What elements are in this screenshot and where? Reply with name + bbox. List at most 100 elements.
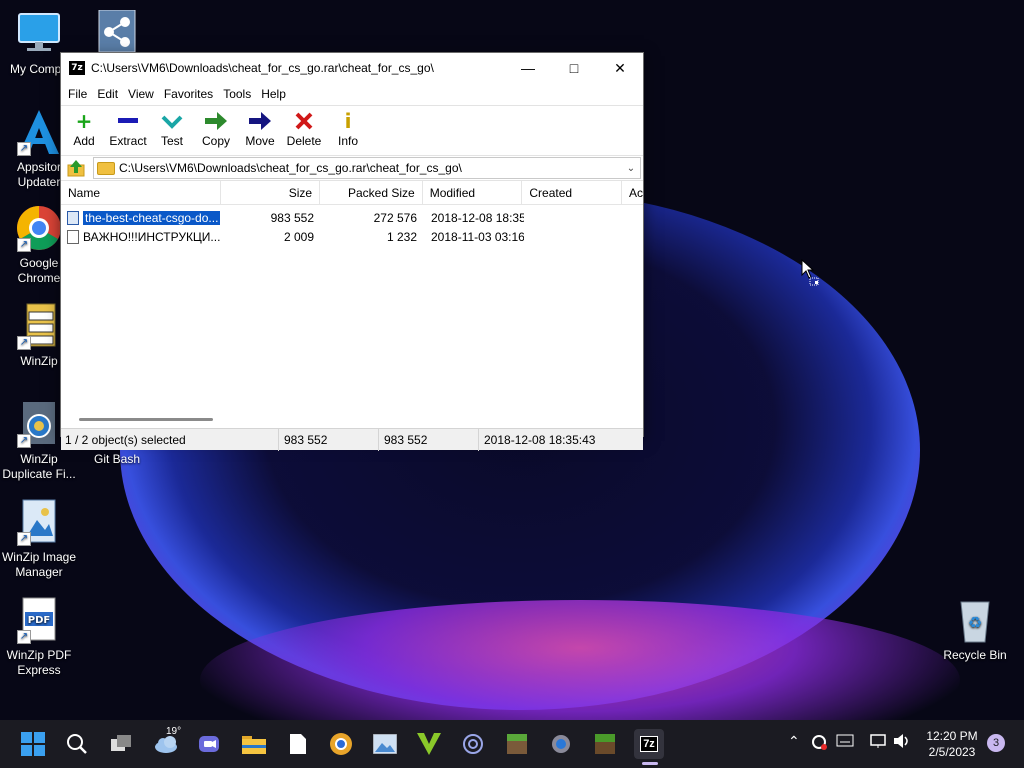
settings-app-button[interactable] [459,730,487,758]
minimize-button[interactable]: — [505,53,551,83]
add-button[interactable]: + Add [65,109,103,148]
start-button[interactable] [19,730,47,758]
status-size: 983 552 [279,428,379,451]
list-item[interactable]: the-best-cheat-csgo-do... 983 552 272 57… [61,208,643,227]
search-icon [67,734,87,754]
status-packed: 983 552 [379,428,479,451]
v-logo-icon [417,733,441,755]
list-item[interactable]: ВАЖНО!!!ИНСТРУКЦИ... 2 009 1 232 2018-11… [61,227,643,246]
delete-button[interactable]: Delete [285,110,323,148]
active-app-indicator [642,762,658,765]
maximize-button[interactable]: □ [551,53,597,83]
address-path: C:\Users\VM6\Downloads\cheat_for_cs_go.r… [119,161,462,175]
weather-widget[interactable]: 19° [150,726,184,758]
7zip-taskbar-button[interactable]: 7z [634,729,664,759]
executable-file-icon [67,210,79,225]
teams-chat-button[interactable] [195,730,223,758]
chevron-down-icon[interactable]: ⌄ [622,163,640,174]
arrow-right-icon [204,110,228,132]
menu-file[interactable]: File [63,87,92,101]
address-field[interactable]: C:\Users\VM6\Downloads\cheat_for_cs_go.r… [93,157,641,179]
desktop-icon-winzip-image-manager[interactable]: ↗ WinZip Image Manager [0,498,78,580]
sync-icon[interactable] [810,733,828,754]
chrome-beta-button[interactable] [327,730,355,758]
search-button[interactable] [63,730,91,758]
keyboard-icon[interactable] [836,734,856,754]
file-modified: 2018-11-03 03:16 [431,229,524,244]
gear-icon [552,735,570,753]
mouse-cursor-icon [801,258,821,290]
file-explorer-button[interactable] [240,730,268,758]
monitor-icon [15,10,63,58]
column-size[interactable]: Size [221,180,321,205]
copy-button[interactable]: Copy [197,110,235,148]
volume-icon[interactable] [893,733,911,752]
menu-favorites[interactable]: Favorites [159,87,218,101]
settings-button[interactable] [547,730,575,758]
up-folder-button[interactable] [65,157,87,179]
clock[interactable]: 12:20 PM 2/5/2023 [914,728,990,760]
clock-time: 12:20 PM [926,729,978,743]
address-bar: C:\Users\VM6\Downloads\cheat_for_cs_go.r… [61,155,643,181]
info-button[interactable]: i Info [329,109,367,148]
desktop-icon-label: WinZip Image Manager [1,550,77,579]
column-modified[interactable]: Modified [423,180,523,205]
toolbar: + Add Extract Test Copy Move Delete i In… [61,105,643,155]
grass-block-icon [507,734,527,754]
extract-label: Extract [109,134,147,148]
folder-icon [97,161,115,175]
network-icon[interactable] [870,733,888,752]
minus-icon [116,110,140,132]
shortcut-arrow-icon: ↗ [17,336,31,350]
copy-label: Copy [201,134,230,148]
chrome-icon: ↗ [15,204,63,252]
scrollbar-thumb[interactable] [79,418,213,421]
status-selection: 1 / 2 object(s) selected [61,428,279,451]
file-name: ВАЖНО!!!ИНСТРУКЦИ... [83,229,221,244]
clock-date: 2/5/2023 [928,745,976,759]
minecraft-launcher-button[interactable] [591,730,619,758]
7zip-app-icon: 7z [69,61,85,75]
menu-edit[interactable]: Edit [92,87,123,101]
column-created[interactable]: Created [522,180,623,205]
desktop-icon-label: WinZip PDF Express [6,648,72,677]
column-accessed[interactable]: Ac [622,181,643,205]
task-view-button[interactable] [107,730,135,758]
menu-tools[interactable]: Tools [218,87,256,101]
notepad-button[interactable] [284,730,312,758]
cloud-icon [155,736,177,753]
task-view-icon [111,735,131,751]
close-button[interactable]: ✕ [597,53,643,83]
minecraft-button[interactable] [503,730,531,758]
menu-view[interactable]: View [123,87,159,101]
file-modified: 2018-12-08 18:35 [431,210,524,225]
document-icon [290,734,306,754]
notification-badge[interactable]: 3 [987,734,1005,752]
shortcut-arrow-icon: ↗ [17,238,31,252]
title-bar[interactable]: 7z C:\Users\VM6\Downloads\cheat_for_cs_g… [61,53,643,83]
status-modified: 2018-12-08 18:35:43 [484,432,596,447]
column-packed-size[interactable]: Packed Size [320,180,423,205]
extract-button[interactable]: Extract [109,110,147,148]
file-size: 983 552 [270,210,314,225]
shortcut-arrow-icon: ↗ [17,532,31,546]
move-button[interactable]: Move [241,110,279,148]
menu-help[interactable]: Help [256,87,291,101]
desktop-icon-label: WinZip Duplicate Fi... [2,452,76,481]
show-hidden-icons-button[interactable]: ⌃ [788,733,800,750]
image-app-button[interactable] [371,730,399,758]
shortcut-arrow-icon: ↗ [17,434,31,448]
column-name[interactable]: Name [61,180,222,205]
test-button[interactable]: Test [153,110,191,148]
folder-icon [242,736,266,754]
horizontal-scrollbar[interactable] [61,412,643,428]
desktop-icon-winzip-pdf-express[interactable]: PDF ↗ WinZip PDF Express [0,596,78,678]
7zip-file-manager-window[interactable]: 7z C:\Users\VM6\Downloads\cheat_for_cs_g… [60,52,644,451]
chat-icon [199,736,219,752]
recycle-bin-icon: ♻ [951,596,999,644]
file-list: the-best-cheat-csgo-do... 983 552 272 57… [61,208,643,412]
plus-icon: + [75,109,93,133]
desktop-icon-recycle-bin[interactable]: ♻ Recycle Bin [936,596,1014,663]
vectr-button[interactable] [415,730,443,758]
menu-bar: File Edit View Favorites Tools Help [61,83,643,105]
